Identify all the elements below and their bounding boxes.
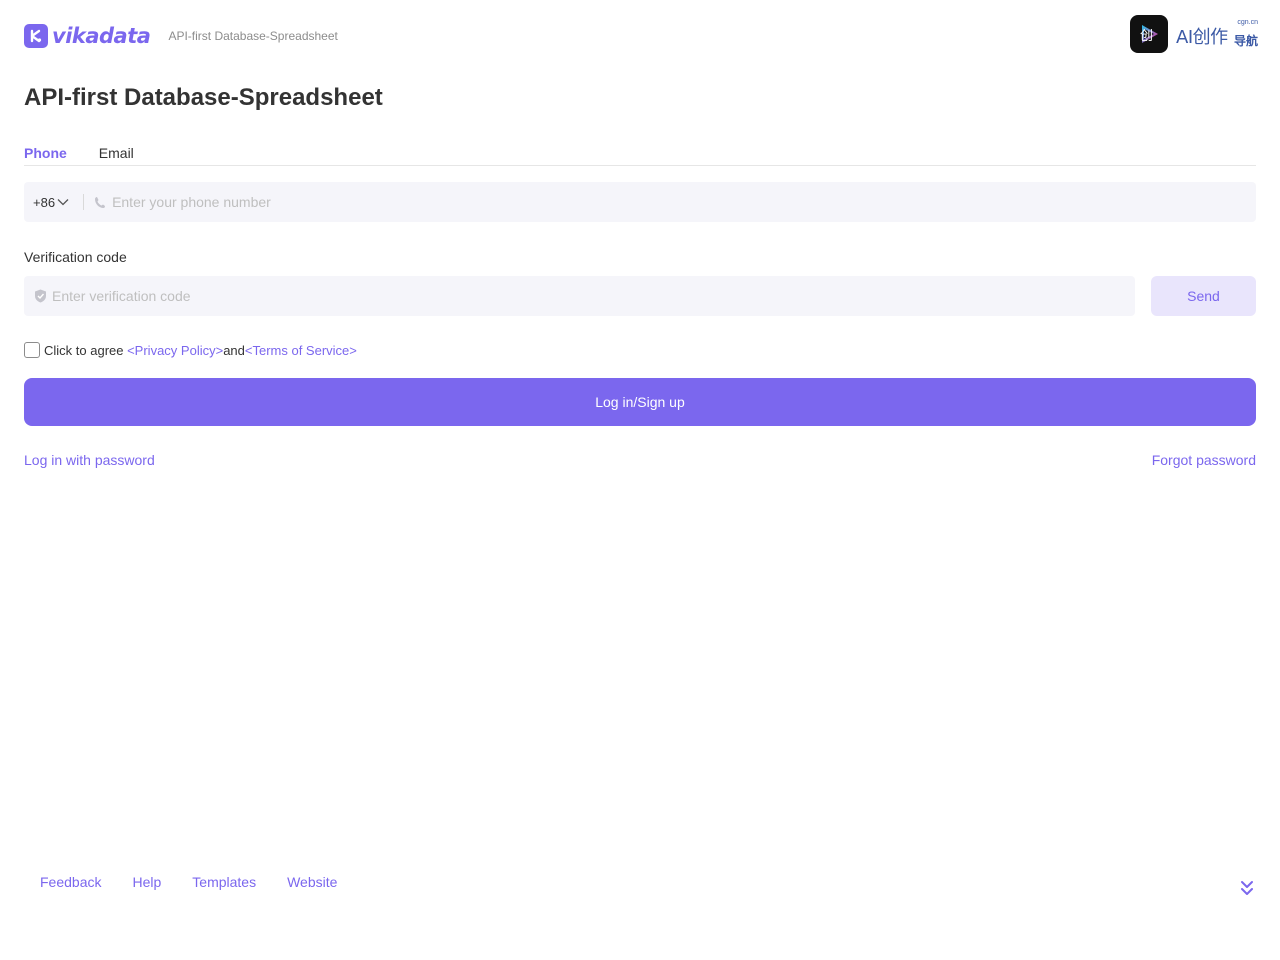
- vikadata-logo[interactable]: vikadata: [24, 24, 151, 48]
- badge-main-text: AI创作: [1176, 27, 1228, 48]
- field-divider: [83, 194, 85, 210]
- phone-input[interactable]: [112, 182, 1256, 222]
- chevron-down-icon: [57, 198, 69, 206]
- shield-check-icon: [34, 289, 48, 303]
- ai-badge-icon: 创: [1130, 15, 1168, 53]
- login-page: vikadata API-first Database-Spreadsheet …: [0, 0, 1280, 960]
- vikadata-logo-icon: [24, 24, 48, 48]
- brand-name: vikadata: [52, 24, 151, 48]
- terms-of-service-link[interactable]: <Terms of Service>: [245, 343, 357, 358]
- footer-links: Feedback Help Templates Website: [40, 874, 368, 890]
- agreement-and: and: [223, 342, 245, 358]
- tab-phone[interactable]: Phone: [24, 143, 67, 165]
- verification-code-label: Verification code: [24, 249, 127, 265]
- agreement-prefix: Click to agree: [44, 342, 128, 358]
- country-code-select[interactable]: +86: [24, 195, 69, 210]
- verification-code-field: [24, 276, 1135, 316]
- double-chevron-down-icon[interactable]: [1240, 879, 1254, 897]
- privacy-policy-link[interactable]: <Privacy Policy>: [127, 343, 223, 358]
- login-with-password-link[interactable]: Log in with password: [24, 452, 155, 468]
- agreement-row: Click to agree <Privacy Policy> and <Ter…: [24, 342, 357, 358]
- header-tagline: API-first Database-Spreadsheet: [168, 29, 338, 43]
- phone-field: +86: [24, 182, 1256, 222]
- login-signup-button[interactable]: Log in/Sign up: [24, 378, 1256, 426]
- footer-feedback-link[interactable]: Feedback: [40, 874, 101, 890]
- phone-icon: [94, 195, 108, 209]
- ai-navigation-badge[interactable]: 创 AI创作 cgn.cn 导航: [1130, 15, 1258, 53]
- footer-help-link[interactable]: Help: [132, 874, 161, 890]
- tab-email[interactable]: Email: [99, 143, 134, 165]
- footer-website-link[interactable]: Website: [287, 874, 337, 890]
- footer-templates-link[interactable]: Templates: [192, 874, 256, 890]
- country-code-value: +86: [33, 194, 56, 210]
- badge-sub-text: 导航: [1233, 34, 1258, 48]
- agree-checkbox[interactable]: [24, 342, 40, 358]
- forgot-password-link[interactable]: Forgot password: [1152, 452, 1256, 468]
- ai-badge-text: AI创作 cgn.cn 导航: [1176, 19, 1258, 49]
- badge-domain-text: cgn.cn: [1237, 19, 1258, 26]
- verification-code-input[interactable]: [52, 276, 1135, 316]
- send-code-button[interactable]: Send: [1151, 276, 1256, 316]
- header: vikadata API-first Database-Spreadsheet: [24, 24, 338, 48]
- login-method-tabs: Phone Email: [24, 143, 1256, 166]
- svg-text:创: 创: [1140, 29, 1153, 44]
- page-title: API-first Database-Spreadsheet: [24, 84, 383, 111]
